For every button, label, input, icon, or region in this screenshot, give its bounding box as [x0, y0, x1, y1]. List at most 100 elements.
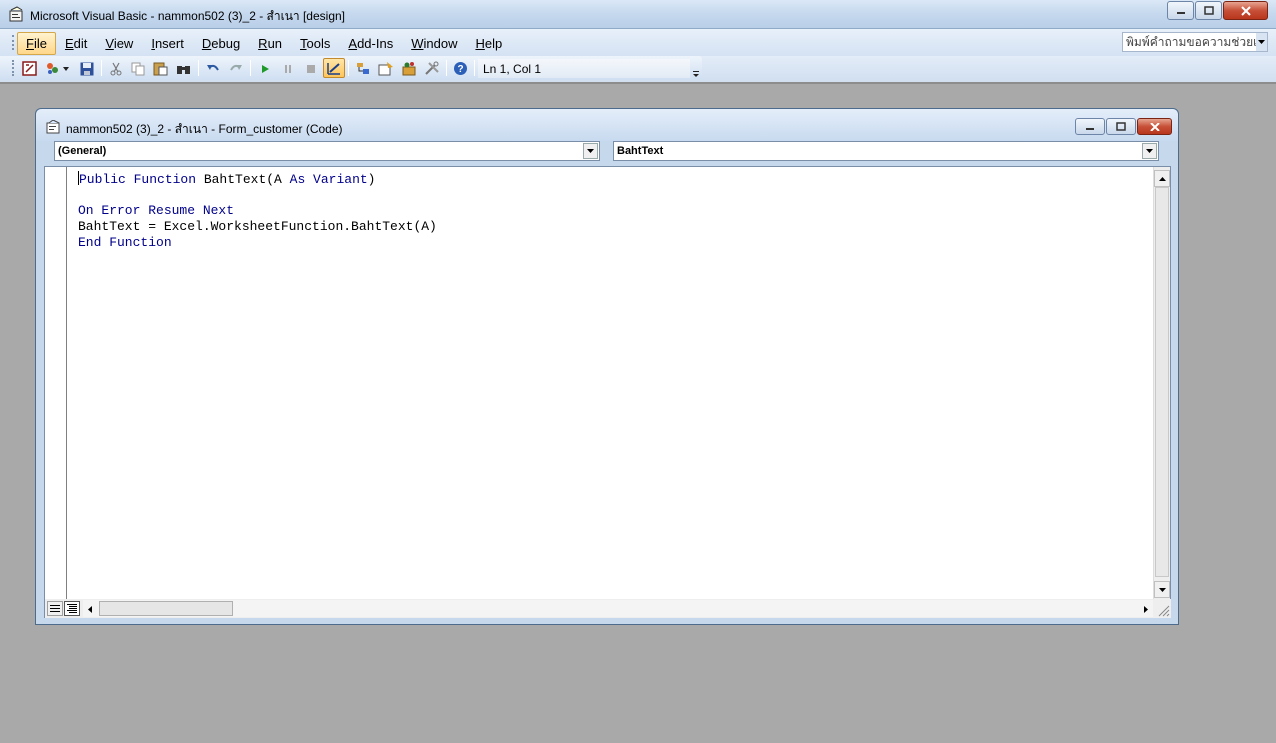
paste-icon[interactable]	[151, 59, 170, 78]
window-title: Microsoft Visual Basic - nammon502 (3)_2…	[30, 9, 346, 23]
object-combo[interactable]: (General)	[54, 141, 600, 161]
procedure-combo[interactable]: BahtText	[613, 141, 1159, 161]
chevron-down-icon[interactable]	[1142, 143, 1157, 159]
scroll-right-button[interactable]	[1139, 602, 1153, 616]
scroll-down-button[interactable]	[1154, 581, 1170, 598]
ask-question-text: พิมพ์คำถามขอความช่วยเหลือ	[1126, 34, 1268, 49]
code-line[interactable]: Public Function BahtText(A As Variant)	[78, 171, 437, 187]
copy-icon[interactable]	[128, 59, 147, 78]
title-bar: Microsoft Visual Basic - nammon502 (3)_2…	[0, 0, 1276, 29]
undo-icon[interactable]	[203, 59, 222, 78]
restore-icon	[1203, 5, 1214, 15]
reset-icon[interactable]	[301, 59, 320, 78]
chevron-down-icon[interactable]	[583, 143, 598, 159]
arrow-left-icon	[88, 605, 92, 613]
menu-add-ins[interactable]: Add-Ins	[339, 32, 402, 55]
code-editor[interactable]: Public Function BahtText(A As Variant) On…	[44, 166, 1171, 618]
code-token: BahtText(A	[196, 172, 290, 187]
design-mode-icon[interactable]	[323, 58, 345, 78]
toolbar-separator	[198, 60, 199, 76]
code-token: BahtText = Excel.WorksheetFunction.BahtT…	[78, 219, 437, 234]
vertical-scrollbar[interactable]	[1153, 167, 1170, 599]
accelerator-key: W	[411, 36, 424, 51]
resize-grip-icon[interactable]	[1156, 603, 1170, 617]
menu-run[interactable]: Run	[249, 32, 291, 55]
accelerator-key: I	[151, 36, 155, 51]
chevron-down-icon[interactable]	[1256, 33, 1267, 51]
properties-window-icon[interactable]	[376, 59, 395, 78]
menu-view[interactable]: View	[96, 32, 142, 55]
minimize-icon	[1086, 127, 1094, 130]
arrow-right-icon	[1144, 605, 1148, 613]
object-browser-icon[interactable]	[399, 59, 418, 78]
menu-bar: File Edit View Insert Debug Run Tools Add-Ins Wi…	[0, 29, 1276, 56]
menu-edit[interactable]: Edit	[56, 32, 96, 55]
vertical-scroll-thumb[interactable]	[1155, 187, 1169, 577]
code-minimize-button[interactable]	[1075, 118, 1105, 135]
accelerator-key: R	[258, 36, 268, 51]
code-window-icon[interactable]	[46, 119, 62, 137]
code-keyword: On Error Resume Next	[78, 203, 235, 218]
toolbar-separator	[446, 60, 447, 76]
menu-help[interactable]: Help	[466, 32, 511, 55]
toolbar-separator	[474, 60, 475, 76]
accelerator-key: V	[105, 36, 114, 51]
code-line[interactable]: On Error Resume Next	[78, 203, 437, 219]
standard-toolbar: ? Ln 1, Col 1	[0, 56, 702, 80]
close-button[interactable]	[1223, 1, 1268, 20]
code-restore-button[interactable]	[1106, 118, 1136, 135]
menu-tools[interactable]: Tools	[291, 32, 339, 55]
scroll-left-button[interactable]	[83, 602, 97, 616]
code-line[interactable]: BahtText = Excel.WorksheetFunction.BahtT…	[78, 219, 437, 235]
find-icon[interactable]	[174, 59, 193, 78]
view-excel-icon[interactable]	[20, 59, 39, 78]
menu-window[interactable]: Window	[402, 32, 466, 55]
code-window-titlebar[interactable]: nammon502 (3)_2 - สำเนา - Form_customer …	[36, 109, 1178, 141]
code-line[interactable]	[78, 187, 437, 203]
mdi-border	[0, 82, 1276, 84]
help-icon[interactable]: ?	[451, 59, 470, 78]
svg-text:?: ?	[457, 64, 463, 75]
code-line[interactable]: End Function	[78, 235, 437, 251]
horizontal-scrollbar[interactable]	[83, 600, 1153, 617]
accelerator-key: D	[201, 36, 212, 51]
editor-bottom-bar	[45, 599, 1171, 618]
redo-icon[interactable]	[226, 59, 245, 78]
full-module-view-button[interactable]	[64, 601, 80, 616]
toolbar-grip[interactable]	[12, 60, 15, 76]
accelerator-key: A	[348, 36, 358, 51]
vba-editor-icon[interactable]	[8, 6, 25, 23]
minimize-button[interactable]	[1167, 1, 1194, 20]
project-explorer-icon[interactable]	[353, 59, 372, 78]
insert-userform-icon[interactable]	[43, 59, 62, 78]
ask-question-box[interactable]: พิมพ์คำถามขอความช่วยเหลือ	[1122, 32, 1268, 52]
cut-icon[interactable]	[106, 59, 125, 78]
chevron-down-icon[interactable]	[61, 59, 71, 78]
toolbar-options-icon[interactable]	[691, 60, 701, 78]
toolbar-separator	[348, 60, 349, 76]
save-icon[interactable]	[77, 59, 96, 78]
menubar-grip[interactable]	[12, 35, 15, 50]
toolbox-icon[interactable]	[422, 59, 441, 78]
procedure-view-icon	[50, 604, 60, 612]
menu-debug[interactable]: Debug	[193, 32, 249, 55]
code-window: nammon502 (3)_2 - สำเนา - Form_customer …	[35, 108, 1179, 625]
code-window-title: nammon502 (3)_2 - สำเนา - Form_customer …	[66, 122, 343, 136]
break-icon[interactable]	[278, 59, 297, 78]
procedure-view-button[interactable]	[47, 601, 63, 616]
minimize-icon	[1176, 11, 1185, 14]
procedure-combo-value: BahtText	[617, 145, 664, 157]
margin-indicator-bar[interactable]	[45, 167, 67, 599]
code-text[interactable]: Public Function BahtText(A As Variant) On…	[78, 171, 437, 251]
horizontal-scroll-thumb[interactable]	[99, 601, 233, 616]
code-keyword: End Function	[78, 235, 172, 250]
menu-insert[interactable]: Insert	[142, 32, 193, 55]
run-icon[interactable]	[255, 59, 274, 78]
scroll-up-button[interactable]	[1154, 170, 1170, 187]
full-module-view-icon	[67, 604, 77, 613]
arrow-up-icon	[1158, 176, 1166, 181]
restore-button[interactable]	[1195, 1, 1222, 20]
menu-file[interactable]: File	[17, 32, 56, 55]
toolbar-separator	[101, 60, 102, 76]
code-close-button[interactable]	[1137, 118, 1172, 135]
